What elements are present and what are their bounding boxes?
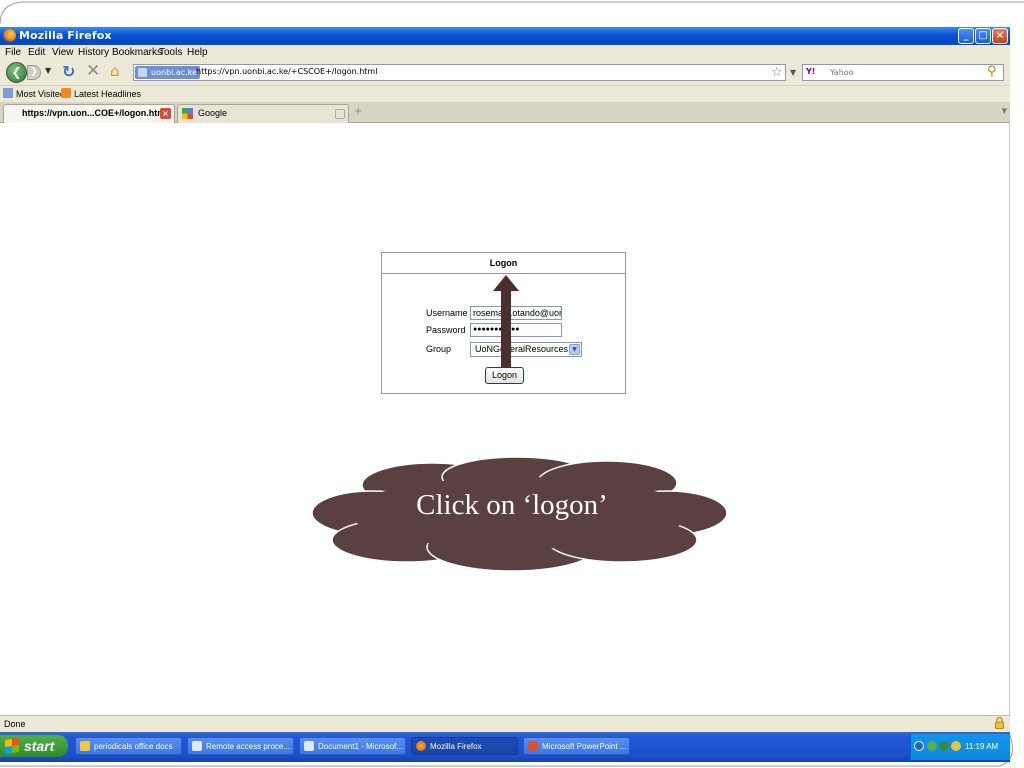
word-icon [192,741,202,751]
tab-list-dropdown-icon[interactable]: ▼ [1002,107,1007,115]
password-field[interactable]: ●●●●●●●●●●● [470,323,562,337]
history-dropdown-icon[interactable]: ▼ [45,66,51,75]
page-icon [3,88,13,98]
bookmark-star-icon[interactable]: ☆ [771,65,783,80]
taskbar-item-document1[interactable]: Document1 - Microsof... [299,737,406,755]
clock: 11:19 AM [965,742,999,751]
search-input[interactable] [830,66,980,79]
tab-label: https://vpn.uon...COE+/logon.html [22,108,168,118]
annotation-text: Click on ‘logon’ [416,489,608,521]
back-button[interactable]: ❮ [6,62,27,83]
reload-button[interactable]: ↻ [62,62,75,81]
logon-button[interactable]: Logon [485,367,524,384]
group-label: Group [426,344,452,354]
volume-icon[interactable] [951,741,961,751]
status-bar: Done [0,715,1010,732]
menu-tools[interactable]: Tools [159,47,182,58]
tab-label: Google [198,108,228,118]
tab-close-icon[interactable]: × [160,108,171,119]
url-bar[interactable]: uonbi.ac.ke https://vpn.uonbi.ac.ke/+CSC… [133,64,796,81]
menu-history[interactable]: History [78,47,109,58]
padlock-icon[interactable] [995,717,1004,729]
stop-button[interactable]: ✕ [86,61,100,81]
google-favicon-icon [182,108,193,119]
group-selected-value: UoNGeneralResources [475,344,569,354]
site-identity-badge[interactable]: uonbi.ac.ke [135,66,200,79]
menu-bookmarks[interactable]: Bookmarks [112,47,162,58]
title-bar[interactable]: Mozilla Firefox _ □ × [0,27,1010,45]
powerpoint-icon [528,741,538,751]
bookmark-latest-headlines[interactable]: Latest Headlines [61,88,141,99]
rss-icon [61,88,71,98]
tab-close-icon[interactable] [335,109,345,119]
username-field[interactable]: rosemary.otando@uon [470,306,562,320]
page-content: Logon Username rosemary.otando@uon Passw… [0,124,1008,715]
bookmarks-toolbar: Most Visited Latest Headlines [0,85,1010,102]
new-tab-button[interactable]: + [354,106,362,117]
annotation-arrow-head [493,275,519,291]
url-dropdown-icon[interactable]: ▼ [790,68,796,77]
network-icon[interactable] [939,741,949,751]
menu-file[interactable]: File [5,47,21,58]
taskbar-item-remote-access[interactable]: Remote access proce... [187,737,294,755]
yahoo-engine-icon[interactable]: Y! [806,67,815,76]
chevron-down-icon[interactable]: ▼ [569,344,580,355]
close-button[interactable]: × [992,28,1008,44]
group-select[interactable]: UoNGeneralResources ▼ [470,342,582,357]
tab-google[interactable]: Google [177,104,349,123]
start-button[interactable]: start [0,735,68,757]
navigation-toolbar: ❮ ❯ ▼ ↻ ✕ ⌂ uonbi.ac.ke https://vpn.uonb… [0,60,1010,85]
status-text: Done [4,719,26,729]
password-label: Password [426,325,466,335]
browser-window: Mozilla Firefox _ □ × File Edit View His… [0,27,1010,762]
logon-title: Logon [382,253,625,274]
tab-logon[interactable]: https://vpn.uon...COE+/logon.html × [3,104,175,123]
bookmark-most-visited[interactable]: Most Visited [3,88,65,99]
minimize-button[interactable]: _ [958,28,974,44]
windows-logo-icon [5,738,19,754]
tray-expand-icon[interactable] [914,741,924,751]
taskbar-item-firefox[interactable]: Mozilla Firefox [411,737,518,755]
url-text[interactable]: https://vpn.uonbi.ac.ke/+CSCOE+/logon.ht… [196,67,377,76]
maximize-button[interactable]: □ [975,28,991,44]
username-label: Username [426,308,468,318]
search-bar[interactable]: Y! ⚲ [802,64,1004,81]
system-tray: 11:19 AM [910,734,1010,760]
firefox-icon [416,741,426,751]
taskbar-item-periodicals[interactable]: periodicals office docs [75,737,182,755]
annotation-arrow-shaft [501,290,511,368]
search-magnifier-icon[interactable]: ⚲ [987,64,997,79]
forward-button[interactable]: ❯ [27,65,41,80]
taskbar-item-powerpoint[interactable]: Microsoft PowerPoint ... [523,737,630,755]
folder-icon [80,741,90,751]
windows-taskbar: start periodicals office docs Remote acc… [0,732,1010,762]
menu-help[interactable]: Help [187,47,208,58]
word-icon [304,741,314,751]
window-title: Mozilla Firefox [19,29,112,42]
network-icon[interactable] [927,741,937,751]
tab-bar: https://vpn.uon...COE+/logon.html × Goog… [0,102,1010,123]
menu-view[interactable]: View [52,47,74,58]
menu-bar: File Edit View History Bookmarks Tools H… [0,45,1010,60]
home-button[interactable]: ⌂ [110,62,120,80]
menu-edit[interactable]: Edit [28,47,45,58]
firefox-icon [3,29,16,42]
